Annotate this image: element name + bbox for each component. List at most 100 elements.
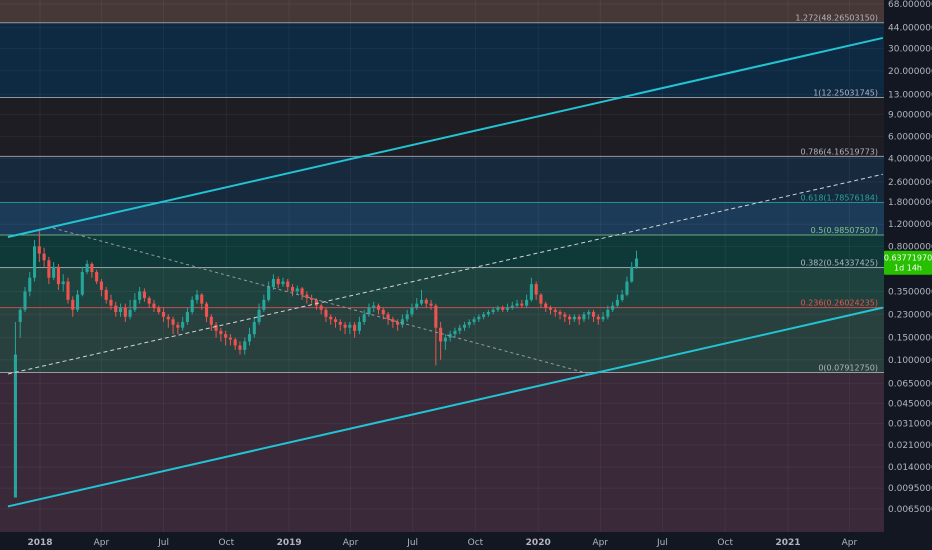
fib-level-label: 0.618(1.78576184) [801,194,879,203]
candle-body [23,291,27,310]
candle-body [625,281,629,295]
candle-body [66,281,70,300]
candle-body [142,291,146,299]
candle-body [520,303,524,306]
candle-body [400,319,404,325]
candle-body [80,271,84,295]
candle-body [18,309,22,322]
candle-body [611,305,615,310]
price-tick-label: 44.00000000 [888,24,932,34]
time-tick-label: Jul [406,538,418,548]
price-tick-label: 1.80000000 [888,198,932,208]
price-tick-label: 0.06500000 [888,379,932,389]
candle-body [152,303,156,308]
candle-body [104,289,108,300]
candle-body [525,299,529,306]
candle-body [37,246,41,254]
candle-body [319,305,323,310]
candle-body [376,305,381,310]
candle-body [32,246,37,278]
candle-body [147,298,151,304]
candle-body [343,324,347,328]
candle-body [410,307,414,315]
candle-body [630,266,634,282]
candle-body [333,319,338,322]
price-tick-label: 0.02100000 [888,441,932,451]
candle-body [161,312,166,317]
candle-body [190,299,194,313]
candle-body [290,286,295,292]
candle-body [118,307,123,313]
candle-body [204,303,209,317]
candle-body [453,330,457,335]
candle-body [419,299,424,304]
candle-body [505,307,510,310]
candle-body [247,334,252,342]
fib-channel-chart[interactable]: 1.272(48.26503150) 1(12.25031745) 0.786(4.… [0,0,932,550]
time-tick-label: Oct [219,538,235,548]
candle-body [324,309,328,317]
candle-body [310,298,314,300]
candle-body [338,321,342,325]
time-tick-label: Oct [717,538,733,548]
candle-body [529,284,533,300]
fib-zone [0,267,884,308]
price-tick-label: 30.00000000 [888,45,932,55]
candle-body [114,305,118,313]
candle-body [195,294,199,300]
price-tick-label: 0.15000000 [888,334,932,344]
candle-body [386,314,390,320]
candle-body [348,324,352,328]
price-tick-label: 0.04500000 [888,399,932,409]
candle-body [314,299,318,306]
fib-zone [0,372,884,532]
candle-body [252,321,256,335]
candle-body [458,327,462,331]
candle-body [157,307,161,313]
candle-body [563,314,567,317]
time-axis-panel[interactable] [0,532,884,550]
candle-body [300,288,304,295]
time-tick-label: Apr [842,538,858,548]
candle-body [95,271,99,282]
candle-body [257,309,261,322]
candle-body [496,307,500,310]
candle-body [634,258,639,267]
candle-body [52,266,56,278]
candle-body [572,316,576,320]
candle-body [166,316,170,320]
candle-body [601,316,605,320]
candle-body [477,316,481,320]
price-tick-label: 0.00950000 [888,484,932,494]
candle-body [515,303,519,306]
candle-body [353,324,357,331]
candle-body [553,309,557,313]
price-tick-label: 6.00000000 [888,132,932,142]
price-tick-label: 1.20000000 [888,220,932,230]
candle-body [362,314,366,322]
price-tick-label: 0.10000000 [888,356,932,366]
candle-body [181,321,185,328]
time-tick-label: Jul [656,538,668,548]
candle-body [534,284,538,295]
candle-body [510,305,514,308]
candle-body [176,324,180,328]
candle-body [439,327,443,342]
candle-body [582,314,586,320]
candle-body [123,307,127,317]
candle-body [109,299,113,306]
candle-body [276,278,280,285]
candle-body [13,354,17,498]
price-tick-label: 0.23000000 [888,310,932,320]
candle-body [329,316,333,320]
price-tick-label: 0.03100000 [888,420,932,430]
candle-body [486,312,490,315]
candle-body [71,299,75,310]
candle-body [286,281,290,287]
candle-body [429,303,433,306]
candle-body [233,339,237,346]
time-tick-label: 2018 [27,538,52,548]
price-tick-label: 20.00000000 [888,67,932,77]
fib-level-label: 0.786(4.16519773) [801,147,879,156]
candle-body [85,263,89,272]
